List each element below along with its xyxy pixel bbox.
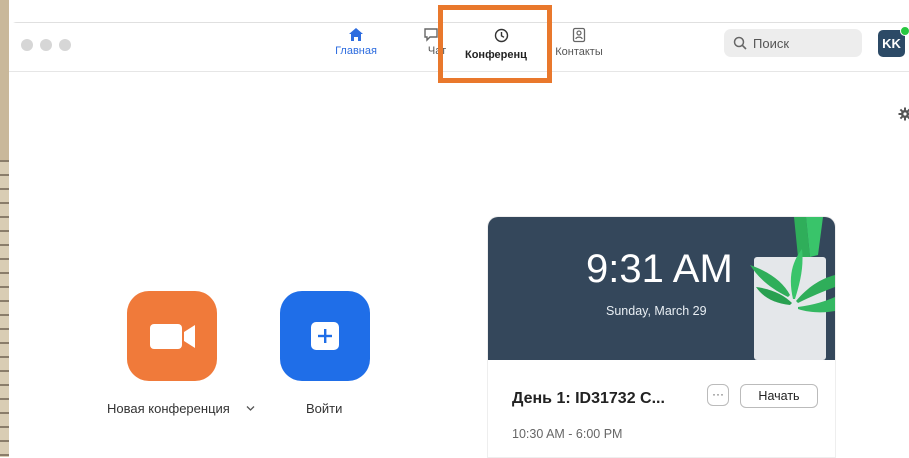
search-icon: [733, 36, 747, 50]
tab-home-label: Главная: [335, 45, 377, 57]
upcoming-meeting-card: 9:31 AM Sunday, March 29 День 1: ID31732…: [488, 217, 835, 457]
tab-home[interactable]: Главная: [331, 27, 381, 57]
window-close-button[interactable]: [21, 39, 33, 51]
video-camera-icon: [127, 291, 217, 381]
home-icon: [348, 27, 364, 42]
tab-meetings[interactable]: Конференц: [465, 49, 527, 61]
join-label[interactable]: Войти: [306, 401, 342, 416]
chat-icon: [423, 27, 439, 42]
window-zoom-button[interactable]: [59, 39, 71, 51]
gear-icon[interactable]: [898, 107, 909, 121]
card-header: 9:31 AM Sunday, March 29: [488, 217, 835, 360]
background-desktop-strip: [0, 160, 9, 457]
window-minimize-button[interactable]: [40, 39, 52, 51]
meeting-title: День 1: ID31732 С...: [512, 390, 665, 408]
tab-contacts-label: Контакты: [555, 46, 603, 58]
meeting-time: 10:30 AM - 6:00 PM: [512, 427, 622, 441]
search-field[interactable]: Поиск: [724, 29, 862, 57]
start-button[interactable]: Начать: [740, 384, 818, 408]
clock-time: 9:31 AM: [586, 247, 733, 292]
clock-date: Sunday, March 29: [606, 304, 707, 318]
chevron-down-icon[interactable]: [246, 405, 255, 412]
contacts-icon: [571, 27, 587, 43]
presence-dot: [900, 26, 909, 36]
new-meeting-button[interactable]: [127, 291, 217, 381]
clock-icon: [494, 28, 509, 43]
plus-icon: [280, 291, 370, 381]
tab-contacts[interactable]: Контакты: [549, 27, 609, 58]
more-options-button[interactable]: ···: [707, 384, 729, 406]
search-placeholder: Поиск: [753, 36, 789, 51]
highlight-frame: [438, 5, 552, 83]
join-button[interactable]: [280, 291, 370, 381]
new-meeting-label[interactable]: Новая конференция: [107, 401, 230, 416]
